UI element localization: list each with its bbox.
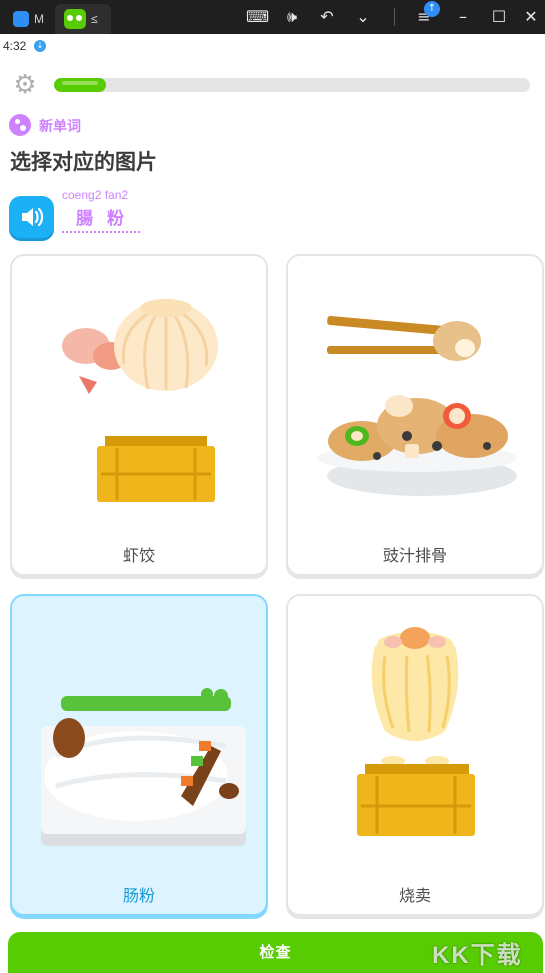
rice-noodle-roll-icon <box>41 688 246 846</box>
status-bar: 4:32 ↓ <box>0 36 545 56</box>
volume-icon[interactable]: 🕪 <box>281 6 303 28</box>
chevron-down-icon[interactable]: ⌄ <box>352 6 374 28</box>
maximize-icon[interactable]: ☐ <box>488 6 510 28</box>
watermark-logo: KK下载 <box>432 942 523 969</box>
settings-gear-icon[interactable]: ⚙ <box>12 72 38 98</box>
back-icon[interactable]: ↶ <box>316 6 338 28</box>
play-audio-button[interactable] <box>9 196 54 238</box>
tab-1-label: M <box>34 12 44 26</box>
target-word[interactable]: 腸粉 <box>62 204 140 233</box>
choice-card-siu-mai[interactable]: 烧卖 <box>286 594 544 916</box>
lesson-progress-fill <box>54 78 107 92</box>
app-tab-duolingo[interactable]: ≤ <box>55 4 111 34</box>
upload-badge-icon: ↑ <box>424 1 440 17</box>
minimize-icon[interactable]: – <box>452 6 474 28</box>
window-titlebar: M ≤ ⌨ 🕪 ↶ ⌄ ≡ ↑ – ☐ ✕ <box>0 0 545 34</box>
titlebar-divider <box>394 8 395 26</box>
status-time: 4:32 <box>3 39 27 53</box>
tab-2-label: ≤ <box>91 12 98 26</box>
lesson-progress-bar <box>54 78 530 92</box>
speaker-icon <box>22 207 44 227</box>
page-title: 选择对应的图片 <box>10 150 157 174</box>
choice-card-rice-noodle-roll[interactable]: 肠粉 <box>10 594 268 916</box>
siu-mai-icon <box>357 627 475 836</box>
download-icon: ↓ <box>34 40 46 52</box>
app-logo-icon <box>13 11 29 27</box>
keyboard-icon[interactable]: ⌨ <box>246 6 269 28</box>
new-word-icon <box>9 114 31 136</box>
duolingo-owl-icon <box>64 9 86 29</box>
choice-label: 豉汁排骨 <box>382 546 447 565</box>
app-tab-1[interactable]: M <box>6 4 52 34</box>
choice-card-har-gow[interactable]: 虾饺 <box>10 254 268 576</box>
close-icon[interactable]: ✕ <box>520 6 542 28</box>
spare-ribs-icon <box>317 316 517 496</box>
new-word-badge: 新单词 <box>39 119 81 135</box>
jyutping-text: coeng2 fan2 <box>62 188 129 202</box>
choice-label: 肠粉 <box>122 886 155 905</box>
choice-label: 烧卖 <box>398 886 431 905</box>
choice-card-spare-ribs[interactable]: 豉汁排骨 <box>286 254 544 576</box>
har-gow-icon <box>62 299 218 502</box>
choice-label: 虾饺 <box>122 546 155 565</box>
